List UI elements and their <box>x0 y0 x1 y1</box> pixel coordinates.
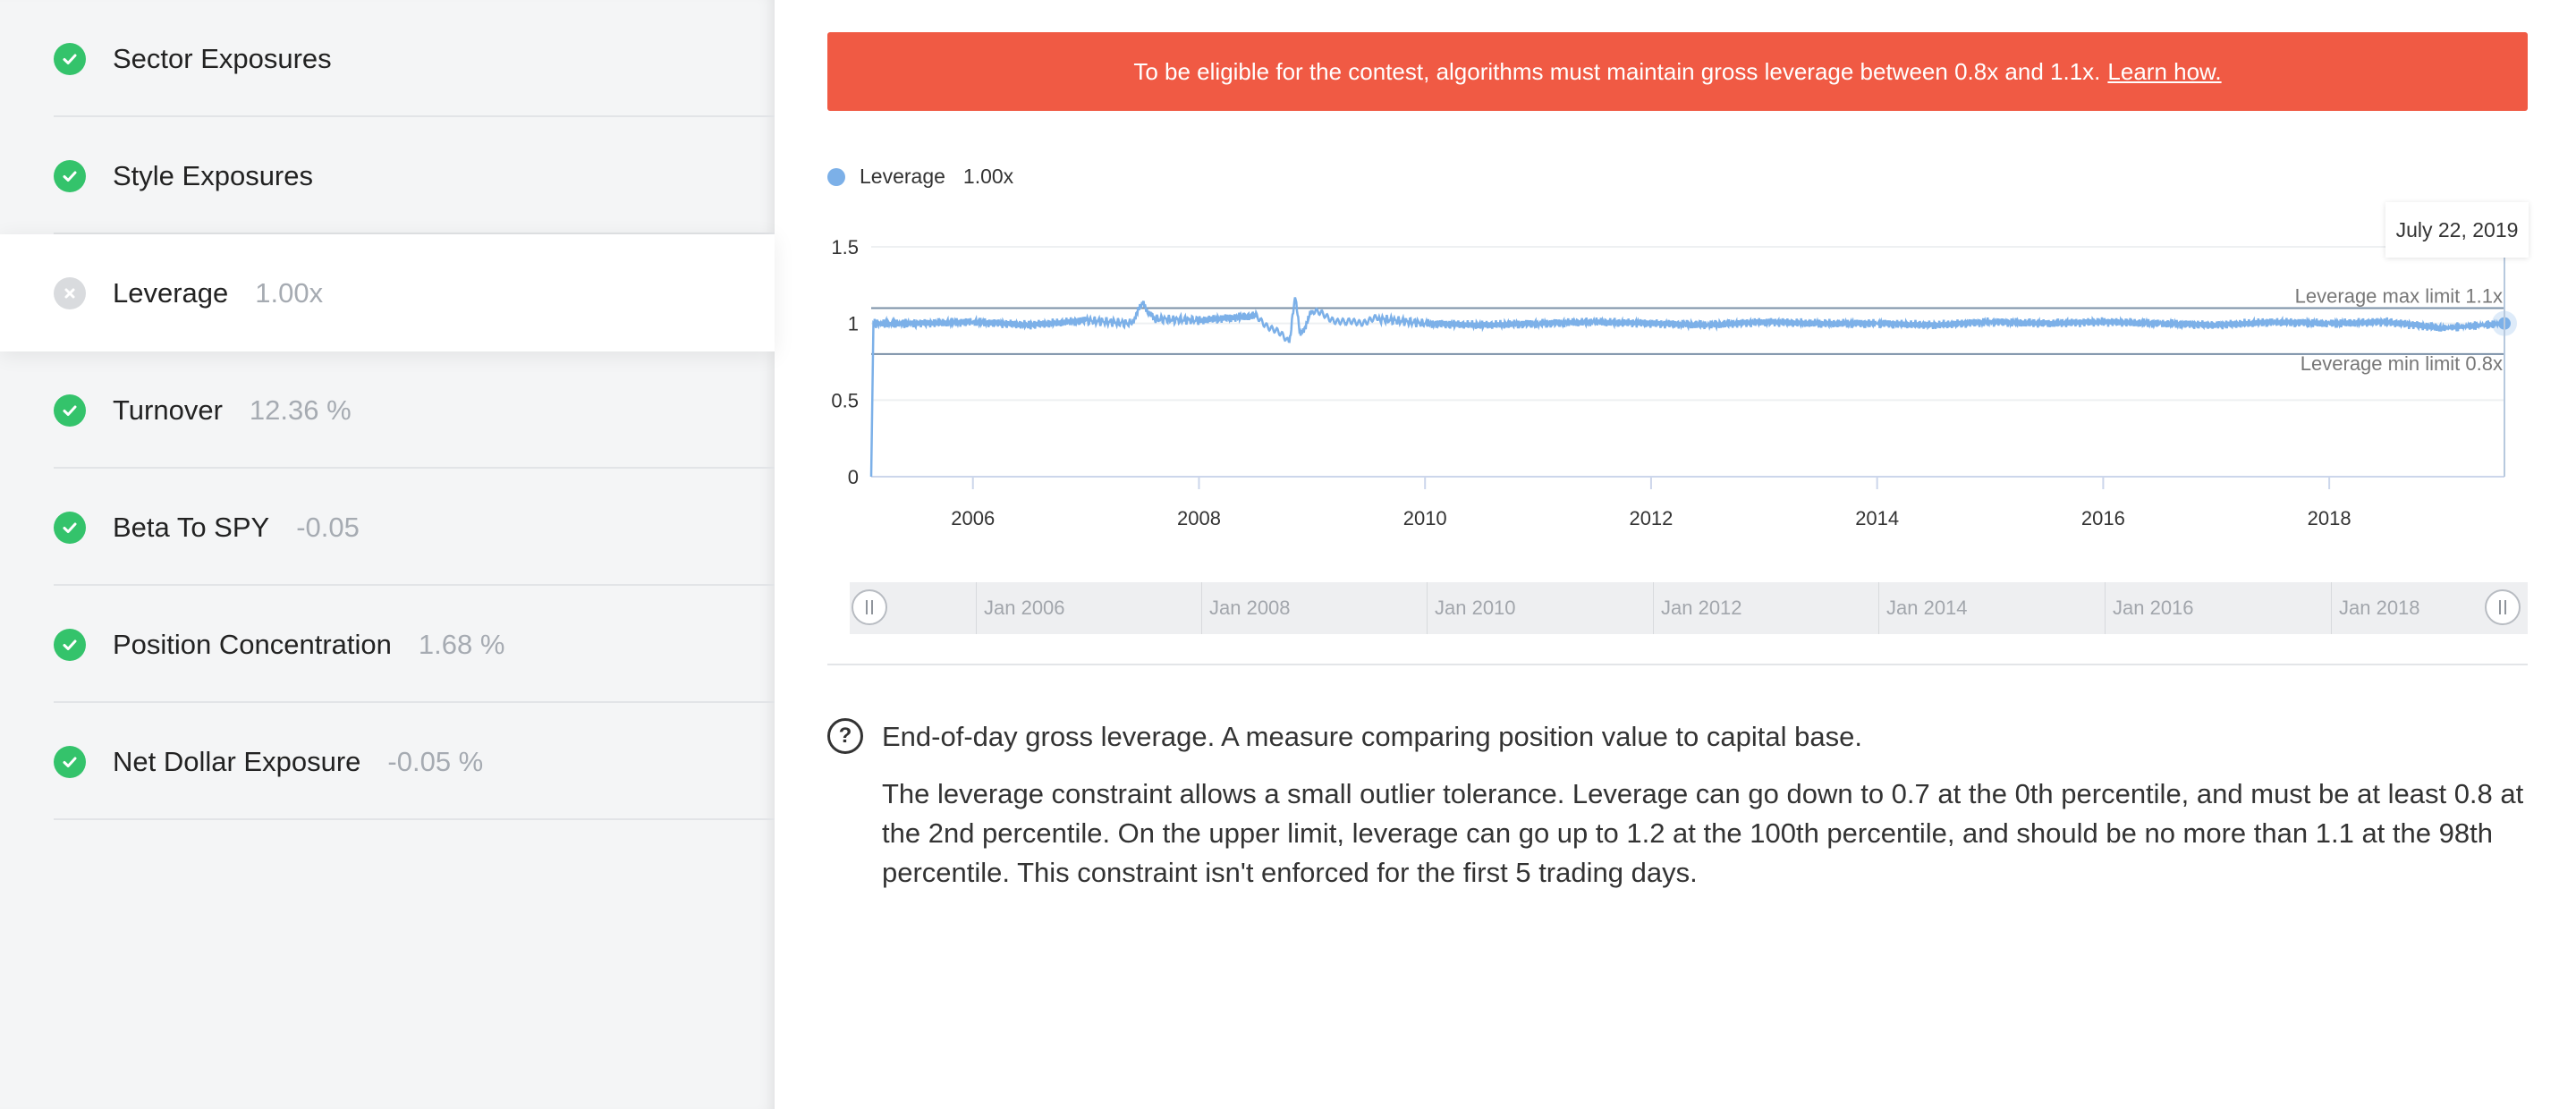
y-tick-label: 1.5 <box>831 236 859 258</box>
legend-series-name: Leverage <box>860 165 945 188</box>
navigator-label: Jan 2010 <box>1427 582 1516 634</box>
sidebar-item-label: Sector Exposures <box>113 42 332 74</box>
chart-tooltip: July 22, 2019 <box>2385 202 2529 258</box>
legend-dot-icon <box>827 167 845 186</box>
x-tick-label: 2016 <box>2081 507 2125 529</box>
sidebar-item-label: Beta To SPY <box>113 511 270 543</box>
learn-how-link[interactable]: Learn how. <box>2107 58 2221 86</box>
x-tick-label: 2010 <box>1403 507 1447 529</box>
divider <box>54 818 775 820</box>
x-tick-label: 2006 <box>951 507 995 529</box>
question-circle-icon: ? <box>827 718 863 754</box>
check-icon <box>54 42 86 75</box>
sidebar-item-value: -0.05 <box>296 511 360 543</box>
check-icon <box>54 511 86 544</box>
navigator-label: Jan 2016 <box>2105 582 2194 634</box>
x-circle-icon <box>54 276 86 309</box>
sidebar-item-label: Net Dollar Exposure <box>113 745 361 777</box>
leverage-chart[interactable]: 0 0.5 1 1.5 2006 2008 2010 2012 2014 2016 2018 Leve… <box>805 224 2531 546</box>
sidebar-item-label: Leverage <box>113 276 229 309</box>
sidebar-item-turnover[interactable]: Turnover 12.36 % <box>0 351 775 469</box>
contest-eligibility-banner: To be eligible for the contest, algorith… <box>827 32 2528 111</box>
range-navigator[interactable]: Jan 2006 Jan 2008 Jan 2010 Jan 2012 Jan … <box>850 582 2528 634</box>
navigator-label: Jan 2008 <box>1201 582 1291 634</box>
limit-label: Leverage min limit 0.8x <box>2301 352 2503 375</box>
series-line <box>869 297 2506 478</box>
sidebar-item-sector-exposures[interactable]: Sector Exposures <box>0 0 775 117</box>
sidebar-item-label: Style Exposures <box>113 159 313 191</box>
sidebar-item-label: Turnover <box>113 394 223 426</box>
limit-label: Leverage max limit 1.1x <box>2295 285 2503 308</box>
sidebar-item-net-dollar-exposure[interactable]: Net Dollar Exposure -0.05 % <box>0 703 775 820</box>
x-tick-label: 2018 <box>2308 507 2351 529</box>
help-body: The leverage constraint allows a small o… <box>882 778 2524 888</box>
constraints-sidebar: Sector Exposures Style Exposures Leverag… <box>0 0 775 1109</box>
navigator-label: Jan 2014 <box>1878 582 1968 634</box>
sidebar-item-leverage[interactable]: Leverage 1.00x <box>0 234 775 351</box>
navigator-label: Jan 2012 <box>1653 582 1742 634</box>
check-icon <box>54 745 86 778</box>
sidebar-item-position-concentration[interactable]: Position Concentration 1.68 % <box>0 586 775 703</box>
sidebar-item-style-exposures[interactable]: Style Exposures <box>0 117 775 234</box>
x-tick-label: 2012 <box>1629 507 1673 529</box>
check-icon <box>54 159 86 192</box>
sidebar-item-value: 12.36 % <box>249 394 352 426</box>
navigator-left-handle[interactable] <box>852 589 887 625</box>
sidebar-item-value: 1.68 % <box>418 628 505 660</box>
tooltip-date: July 22, 2019 <box>2395 217 2519 241</box>
sidebar-item-beta-to-spy[interactable]: Beta To SPY -0.05 <box>0 469 775 586</box>
divider <box>827 664 2528 665</box>
sidebar-item-value: -0.05 % <box>387 745 484 777</box>
check-icon <box>54 394 86 427</box>
y-tick-label: 0.5 <box>831 389 859 411</box>
sidebar-item-label: Position Concentration <box>113 628 392 660</box>
y-tick-label: 1 <box>848 313 859 335</box>
x-tick-label: 2008 <box>1177 507 1221 529</box>
legend-current-value: 1.00x <box>962 165 1014 188</box>
y-tick-label: 0 <box>848 466 859 488</box>
navigator-right-handle[interactable] <box>2485 589 2521 625</box>
check-icon <box>54 628 86 661</box>
help-title: End-of-day gross leverage. A measure com… <box>882 721 1862 752</box>
sidebar-item-value: 1.00x <box>255 276 324 309</box>
x-tick-label: 2014 <box>1855 507 1899 529</box>
chart-legend[interactable]: Leverage 1.00x <box>827 165 1013 189</box>
banner-text: To be eligible for the contest, algorith… <box>1133 57 2101 85</box>
navigator-label: Jan 2018 <box>2331 582 2420 634</box>
navigator-label: Jan 2006 <box>976 582 1065 634</box>
